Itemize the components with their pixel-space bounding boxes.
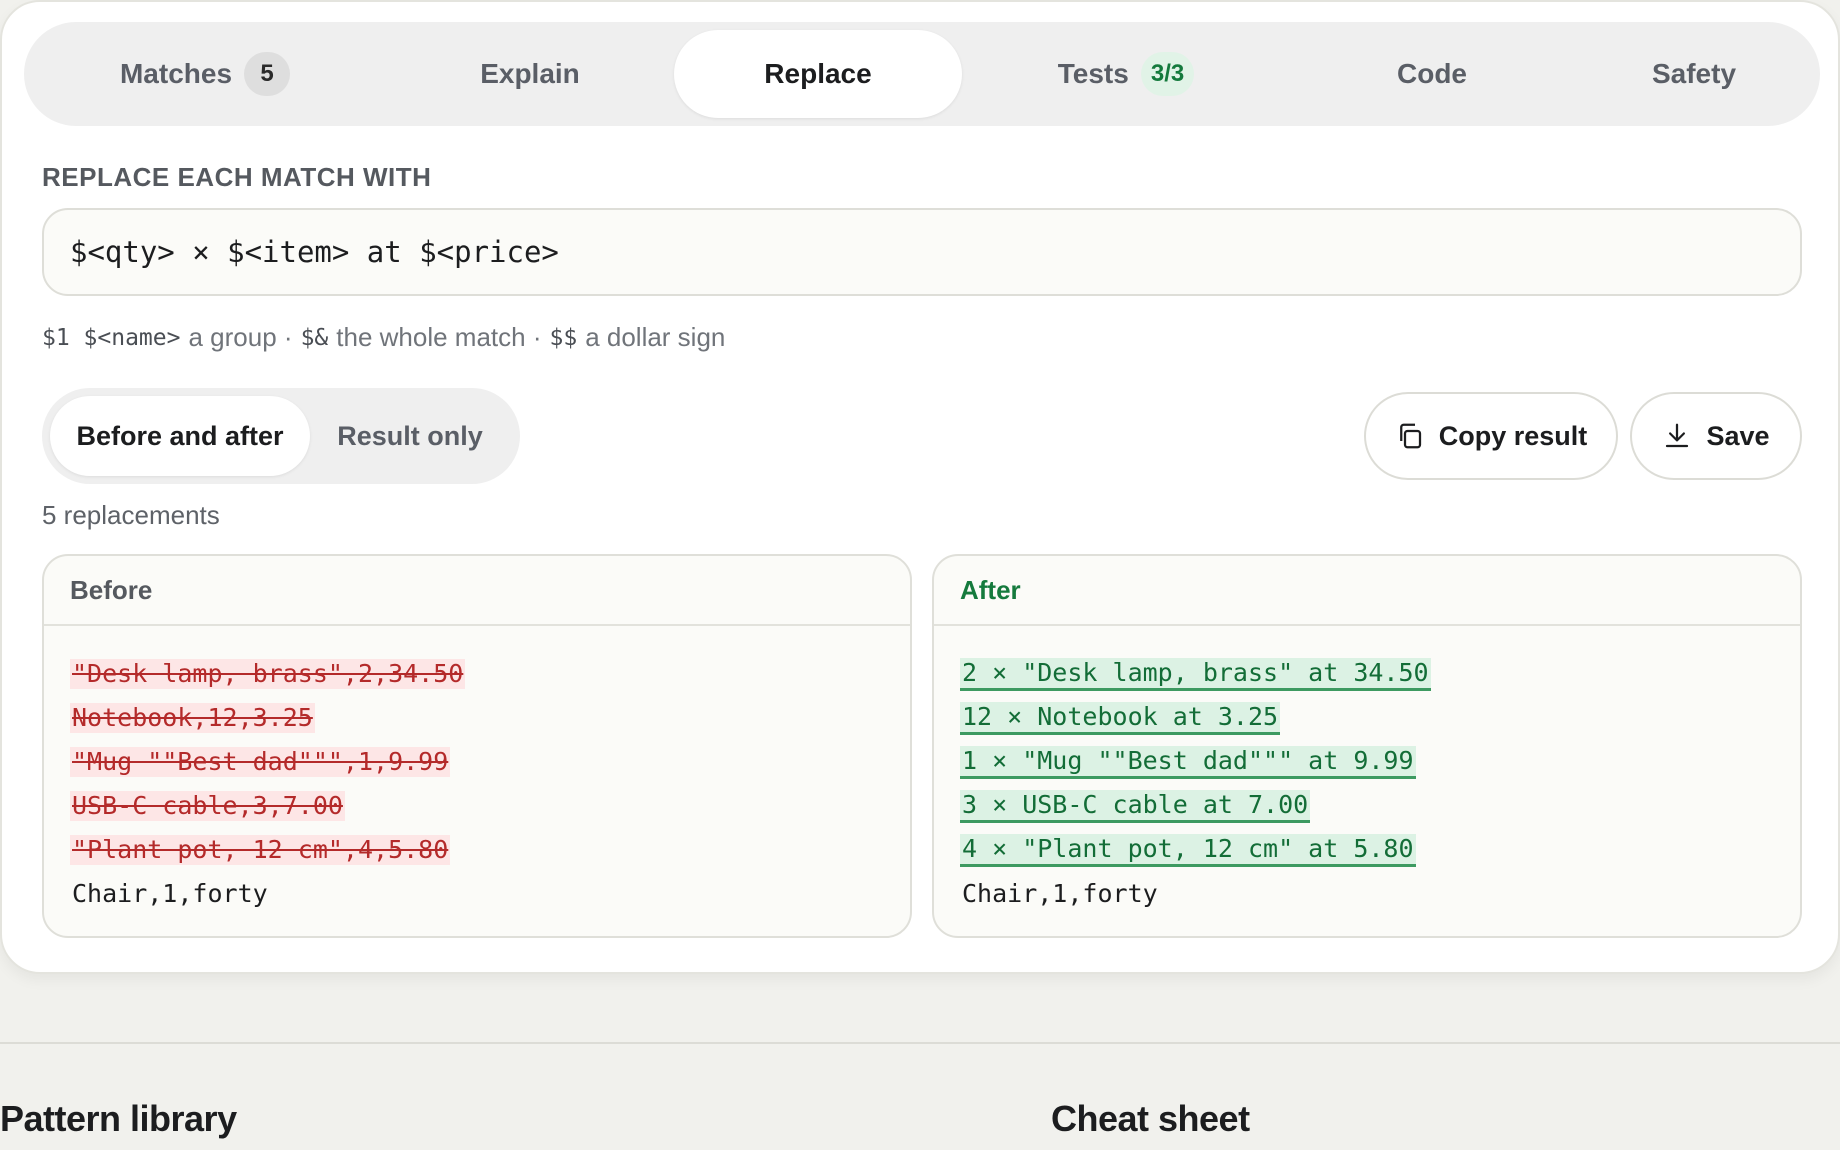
- after-line-inserted: 2 × "Desk lamp, brass" at 34.50: [960, 652, 1774, 696]
- tab-safety[interactable]: Safety: [1574, 30, 1814, 118]
- save-label: Save: [1706, 420, 1770, 451]
- cheat-sheet-heading: Cheat sheet: [1051, 1098, 1250, 1139]
- save-button[interactable]: Save: [1630, 392, 1802, 480]
- tab-code-label: Code: [1397, 58, 1467, 89]
- hint-dollar-text: a dollar sign: [585, 322, 726, 352]
- after-line-inserted: 12 × Notebook at 3.25: [960, 696, 1774, 740]
- before-panel-title: Before: [44, 556, 910, 626]
- after-line-unchanged: Chair,1,forty: [962, 879, 1158, 908]
- hint-whole-text: the whole match ·: [336, 322, 542, 352]
- after-line-inserted: 4 × "Plant pot, 12 cm" at 5.80: [960, 828, 1774, 872]
- pattern-library-heading: Pattern library: [0, 1098, 237, 1139]
- tab-code[interactable]: Code: [1290, 30, 1574, 118]
- tab-tests-label: Tests: [1057, 58, 1129, 89]
- hint-group-text: a group ·: [188, 322, 293, 352]
- tab-matches-label: Matches: [119, 58, 233, 89]
- before-line-unchanged: Chair,1,forty: [72, 879, 268, 908]
- section-divider: [0, 1042, 1840, 1044]
- before-line-deleted: "Desk lamp, brass",2,34.50: [70, 659, 466, 689]
- result-only-toggle[interactable]: Result only: [310, 396, 510, 476]
- tab-safety-label: Safety: [1651, 58, 1737, 89]
- tests-pass-badge: 3/3: [1140, 52, 1195, 96]
- replacement-input[interactable]: $<qty> × $<item> at $<price>: [42, 208, 1802, 296]
- replacement-hint: $1 $<name> a group · $& the whole match …: [42, 322, 725, 353]
- tab-explain[interactable]: Explain: [386, 30, 674, 118]
- tab-explain-label: Explain: [480, 58, 580, 89]
- before-line-deleted: "Plant pot, 12 cm",4,5.80: [70, 835, 451, 865]
- before-panel: Before "Desk lamp, brass",2,34.50 Notebo…: [42, 554, 912, 938]
- before-and-after-toggle[interactable]: Before and after: [50, 396, 310, 476]
- tab-replace-label: Replace: [764, 58, 872, 89]
- replace-section-label: REPLACE EACH MATCH WITH: [42, 162, 432, 192]
- download-icon: [1662, 421, 1692, 451]
- copy-icon: [1395, 421, 1425, 451]
- after-panel-title: After: [934, 556, 1800, 626]
- copy-result-label: Copy result: [1438, 420, 1588, 451]
- copy-result-button[interactable]: Copy result: [1364, 392, 1618, 480]
- tab-bar: Matches 5 Explain Replace Tests 3/3 Code…: [24, 22, 1820, 126]
- view-toggle: Before and after Result only: [42, 388, 520, 484]
- matches-count-badge: 5: [244, 52, 291, 96]
- before-line-deleted: Notebook,12,3.25: [70, 703, 315, 733]
- replacement-count: 5 replacements: [42, 500, 220, 530]
- hint-whole-token: $&: [300, 324, 329, 351]
- hint-group-tokens: $1 $<name>: [42, 324, 181, 351]
- tab-replace[interactable]: Replace: [674, 30, 962, 118]
- replace-card: Matches 5 Explain Replace Tests 3/3 Code…: [0, 0, 1840, 974]
- after-lines: 2 × "Desk lamp, brass" at 34.50 12 × Not…: [934, 626, 1800, 916]
- tab-tests[interactable]: Tests 3/3: [962, 30, 1290, 118]
- before-line-deleted: "Mug ""Best dad""",1,9.99: [70, 747, 451, 777]
- before-lines: "Desk lamp, brass",2,34.50 Notebook,12,3…: [44, 626, 910, 916]
- after-line-inserted: 1 × "Mug ""Best dad""" at 9.99: [960, 740, 1774, 784]
- hint-dollar-token: $$: [549, 324, 578, 351]
- before-line-deleted: USB-C cable,3,7.00: [70, 791, 345, 821]
- tab-matches[interactable]: Matches 5: [24, 30, 386, 118]
- after-panel: After 2 × "Desk lamp, brass" at 34.50 12…: [932, 554, 1802, 938]
- after-line-inserted: 3 × USB-C cable at 7.00: [960, 784, 1774, 828]
